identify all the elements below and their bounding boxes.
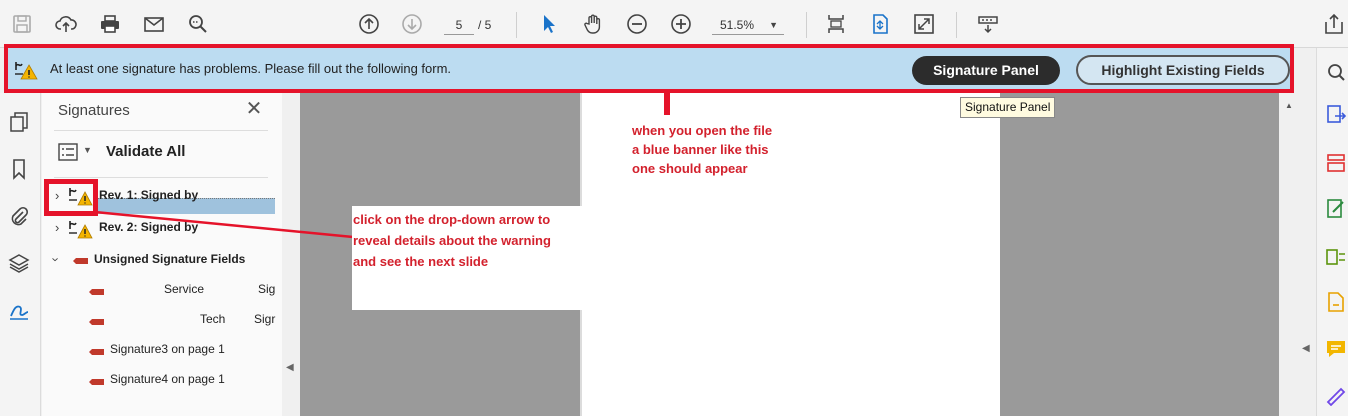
cloud-upload-icon[interactable] xyxy=(54,12,78,36)
save-icon[interactable] xyxy=(10,12,34,36)
hand-icon[interactable] xyxy=(581,12,605,36)
left-navigation-rail xyxy=(0,93,41,416)
bookmark-icon[interactable] xyxy=(6,156,32,182)
share-icon[interactable] xyxy=(1322,12,1346,36)
highlight-fields-button[interactable]: Highlight Existing Fields xyxy=(1076,55,1290,85)
banner-message: At least one signature has problems. Ple… xyxy=(50,61,452,76)
dropdown-annotation: click on the drop-down arrow to reveal d… xyxy=(353,212,551,269)
unsigned-fields-group[interactable]: Unsigned Signature Fields xyxy=(94,252,245,266)
signature-field-icon xyxy=(89,349,104,355)
signature-warning-icon xyxy=(14,60,38,80)
attachment-icon[interactable] xyxy=(6,203,32,229)
email-icon[interactable] xyxy=(142,12,166,36)
signature-field-icon xyxy=(89,379,104,385)
signature-pen-icon[interactable] xyxy=(6,297,32,323)
fullscreen-icon[interactable] xyxy=(912,12,936,36)
signature-field-icon xyxy=(89,319,104,325)
signature-field-icon xyxy=(89,289,104,295)
search-icon[interactable] xyxy=(1325,61,1347,83)
compare-icon[interactable] xyxy=(1325,246,1347,268)
tooltip: Signature Panel xyxy=(960,97,1056,118)
field-signature3[interactable]: Signature3 on page 1 xyxy=(110,342,225,356)
close-icon[interactable]: ✕ xyxy=(244,99,264,119)
comment-icon[interactable] xyxy=(1325,338,1347,360)
pages-icon[interactable] xyxy=(6,109,32,135)
collapse-panel-icon[interactable]: ◀ xyxy=(286,362,294,373)
field-label-service[interactable]: Service xyxy=(164,282,204,296)
validate-all-button[interactable]: Validate All xyxy=(106,143,185,160)
create-pdf-icon[interactable] xyxy=(1325,291,1347,313)
page-number-input[interactable]: 5 xyxy=(444,15,474,35)
options-icon[interactable] xyxy=(58,143,78,161)
zoom-value: 51.5% xyxy=(720,18,755,32)
select-cursor-icon[interactable] xyxy=(537,12,561,36)
field-label-tech-suffix: Sigr xyxy=(254,312,276,326)
chevron-right-icon[interactable]: › xyxy=(55,220,59,235)
right-tools-rail xyxy=(1316,48,1348,416)
scroll-mode-icon[interactable] xyxy=(868,12,892,36)
zoom-select[interactable]: 51.5% ▼ xyxy=(712,15,784,35)
annotation-highlight-box xyxy=(44,179,98,216)
toolbar-divider xyxy=(956,12,957,38)
export-pdf-icon[interactable] xyxy=(1325,104,1347,126)
organize-pages-icon[interactable] xyxy=(1325,152,1347,174)
search-icon[interactable] xyxy=(186,12,210,36)
signature-field-icon xyxy=(73,258,88,264)
edit-pdf-icon[interactable] xyxy=(1325,198,1347,220)
arrow-down-icon[interactable] xyxy=(400,12,424,36)
chevron-down-icon: ▼ xyxy=(769,20,778,30)
banner-annotation: when you open the file a blue banner lik… xyxy=(632,123,773,176)
layers-icon[interactable] xyxy=(6,250,32,276)
toolbar-divider xyxy=(806,12,807,38)
zoom-out-icon[interactable] xyxy=(625,12,649,36)
main-toolbar: 5 / 5 51.5% ▼ xyxy=(0,0,1348,48)
divider xyxy=(54,177,268,178)
signature-panel-button[interactable]: Signature Panel xyxy=(912,56,1060,85)
vertical-scrollbar[interactable] xyxy=(1279,93,1298,416)
scroll-up-icon[interactable]: ▲ xyxy=(1285,101,1293,110)
page-total: / 5 xyxy=(478,18,492,32)
signature-warning-banner: At least one signature has problems. Ple… xyxy=(4,44,1294,93)
field-signature4[interactable]: Signature4 on page 1 xyxy=(110,372,225,386)
expand-tools-icon[interactable]: ◀ xyxy=(1302,343,1310,354)
panel-title: Signatures xyxy=(58,102,130,119)
fill-sign-icon[interactable] xyxy=(1325,384,1347,406)
zoom-in-icon[interactable] xyxy=(669,12,693,36)
annotation-connector xyxy=(664,93,670,115)
signature-warning-icon xyxy=(68,219,94,239)
chevron-down-icon[interactable]: › xyxy=(49,257,64,261)
stamp-icon[interactable] xyxy=(976,12,1000,36)
fit-page-icon[interactable] xyxy=(824,12,848,36)
toolbar-divider xyxy=(516,12,517,38)
divider xyxy=(54,130,268,131)
annotation-arrow-line xyxy=(94,210,354,239)
print-icon[interactable] xyxy=(98,12,122,36)
field-label-service-suffix: Sig xyxy=(258,282,276,296)
chevron-down-icon[interactable]: ▼ xyxy=(83,145,92,155)
field-label-tech[interactable]: Tech xyxy=(200,312,225,326)
signature-row-rev1[interactable]: Rev. 1: Signed by xyxy=(99,188,198,202)
arrow-up-icon[interactable] xyxy=(357,12,381,36)
